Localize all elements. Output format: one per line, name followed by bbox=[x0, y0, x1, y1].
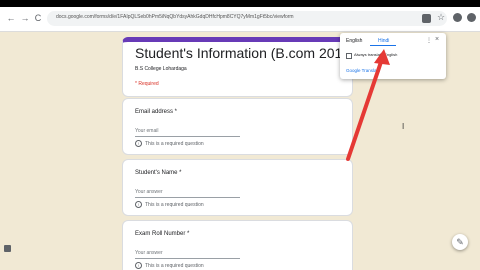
required-error: ! This is a required question bbox=[135, 262, 204, 269]
error-text: This is a required question bbox=[145, 140, 204, 147]
tab-english[interactable]: English bbox=[346, 38, 362, 44]
translate-icon[interactable] bbox=[422, 14, 431, 23]
email-field[interactable]: Your email bbox=[135, 127, 240, 137]
error-text: This is a required question bbox=[145, 201, 204, 208]
url-text: docs.google.com/forms/d/e/1FAIpQLSeb0hPm… bbox=[56, 14, 294, 20]
form-subtitle: B.S College Lohardaga bbox=[135, 66, 187, 72]
error-icon: ! bbox=[135, 140, 142, 147]
question-card-roll: Exam Roll Number * Your answer ! This is … bbox=[122, 220, 353, 270]
extensions-icon[interactable] bbox=[453, 13, 462, 22]
tab-indicator bbox=[370, 45, 396, 46]
browser-viewport: ← → C docs.google.com/forms/d/e/1FAIpQLS… bbox=[0, 7, 480, 270]
address-bar[interactable]: docs.google.com/forms/d/e/1FAIpQLSeb0hPm… bbox=[47, 11, 447, 26]
roll-number-field[interactable]: Your answer bbox=[135, 249, 240, 259]
red-arrow-annotation bbox=[346, 49, 390, 161]
tab-hindi[interactable]: Hindi bbox=[378, 38, 389, 44]
reload-icon[interactable]: C bbox=[33, 13, 43, 23]
star-icon[interactable]: ☆ bbox=[437, 12, 445, 23]
question-label: Email address * bbox=[135, 109, 178, 115]
kebab-icon[interactable]: ⋮ bbox=[426, 37, 432, 44]
text-cursor-icon: I bbox=[402, 122, 405, 131]
profile-icon[interactable] bbox=[467, 13, 476, 22]
edit-pencil-icon[interactable]: ✎ bbox=[452, 234, 468, 250]
screenshot-frame: ← → C docs.google.com/forms/d/e/1FAIpQLS… bbox=[0, 0, 480, 270]
question-card-name: Student's Name * Your answer ! This is a … bbox=[122, 159, 353, 216]
required-error: ! This is a required question bbox=[135, 140, 204, 147]
required-note: * Required bbox=[135, 81, 159, 87]
browser-toolbar: ← → C docs.google.com/forms/d/e/1FAIpQLS… bbox=[0, 7, 480, 32]
report-icon[interactable] bbox=[4, 245, 11, 252]
name-field[interactable]: Your answer bbox=[135, 188, 240, 198]
form-header-card: Student's Information (B.com 2019–2022) … bbox=[122, 37, 394, 97]
error-icon: ! bbox=[135, 262, 142, 269]
question-label: Exam Roll Number * bbox=[135, 231, 190, 237]
error-text: This is a required question bbox=[145, 262, 204, 269]
back-icon[interactable]: ← bbox=[6, 13, 16, 23]
arrow-head bbox=[374, 49, 390, 65]
arrow-shaft bbox=[346, 57, 384, 161]
question-card-email: Email address * Your email ! This is a re… bbox=[122, 98, 353, 155]
error-icon: ! bbox=[135, 201, 142, 208]
required-error: ! This is a required question bbox=[135, 201, 204, 208]
forward-icon[interactable]: → bbox=[20, 13, 30, 23]
close-icon[interactable]: × bbox=[435, 36, 439, 43]
question-label: Student's Name * bbox=[135, 170, 182, 176]
